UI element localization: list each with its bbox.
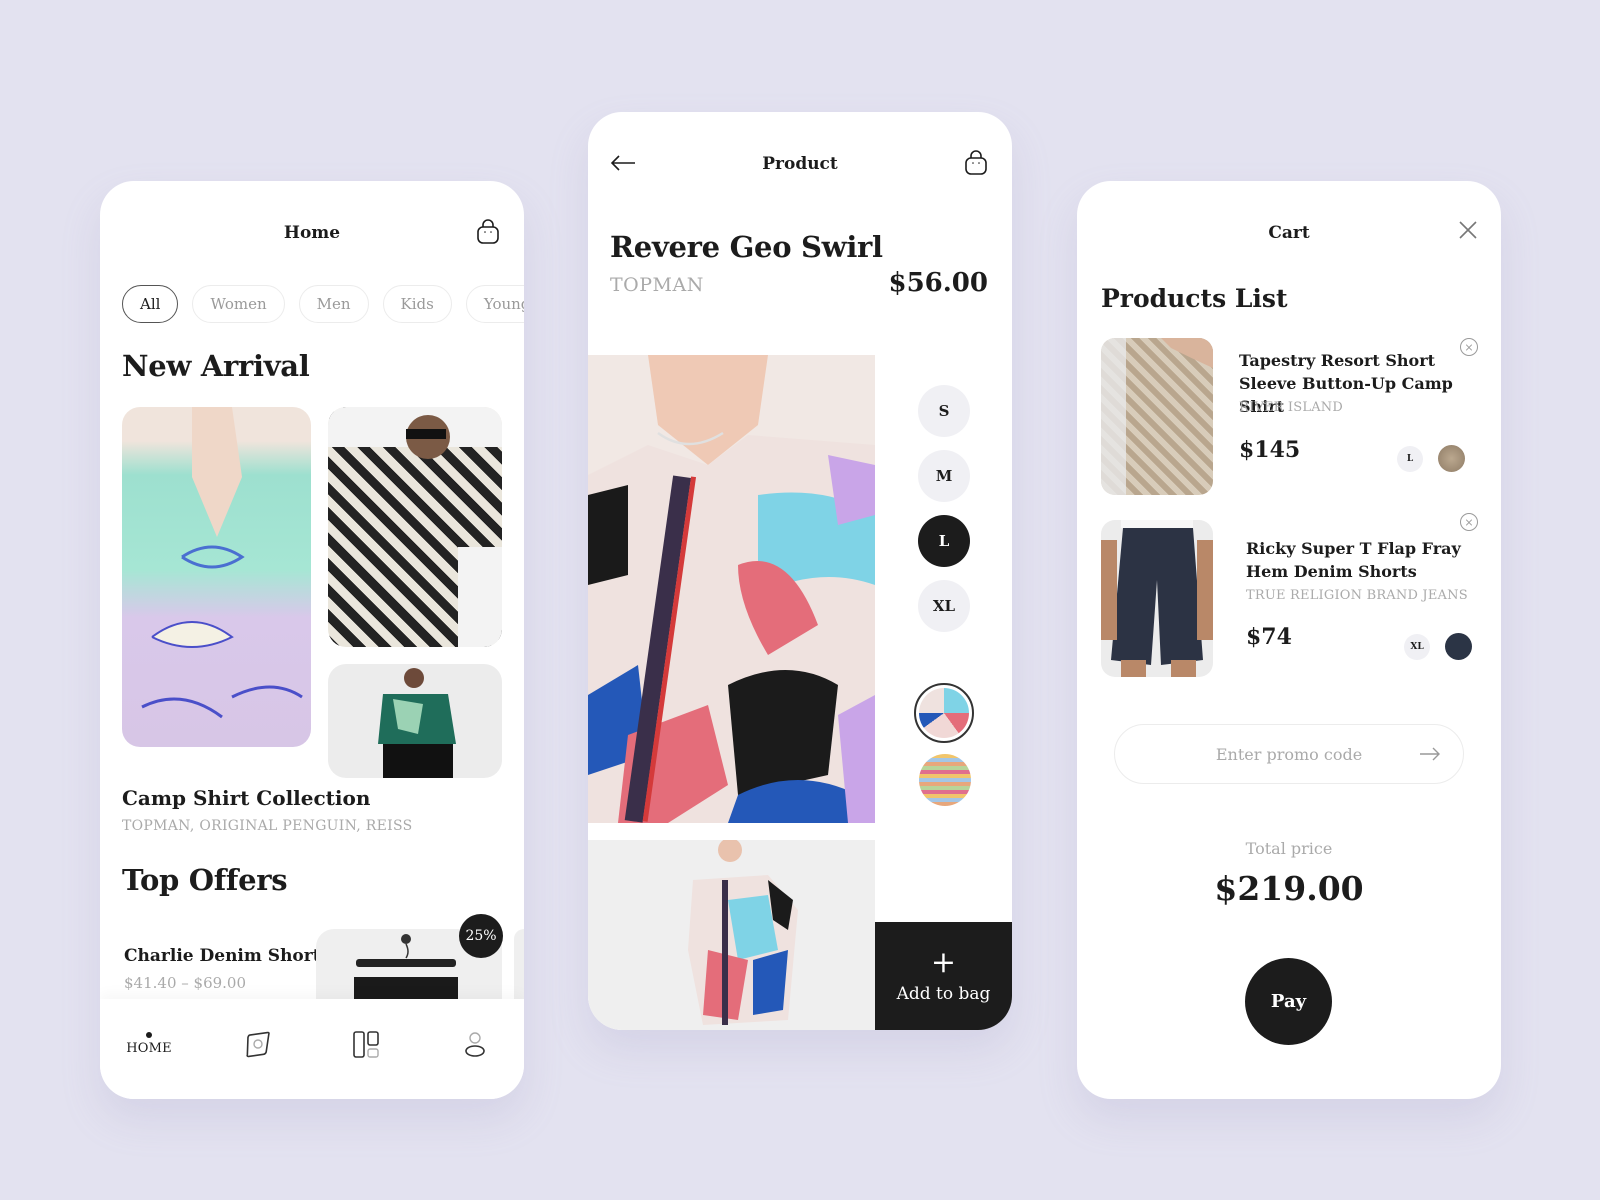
offer-name[interactable]: Charlie Denim Short <box>124 946 321 966</box>
shopping-bag-icon[interactable] <box>964 150 988 176</box>
home-screen: Home All Women Men Kids Young New Arriva… <box>100 181 524 1099</box>
active-dot-icon <box>146 1032 152 1038</box>
total-price-label: Total price <box>1245 839 1333 858</box>
size-selector: S M L XL <box>918 385 970 632</box>
profile-icon <box>465 1032 485 1057</box>
products-list-heading: Products List <box>1101 284 1288 313</box>
chip-women[interactable]: Women <box>192 285 285 323</box>
offer-price: $41.40 – $69.00 <box>124 974 247 992</box>
cart-item-size: L <box>1397 446 1423 472</box>
close-icon[interactable] <box>1457 219 1479 241</box>
size-s[interactable]: S <box>918 385 970 437</box>
cart-item-brand: TRUE RELIGION BRAND JEANS <box>1246 588 1468 603</box>
product-price: $56.00 <box>888 268 988 298</box>
discover-icon <box>246 1031 270 1058</box>
discount-badge: 25% <box>459 914 503 958</box>
product-secondary-image[interactable] <box>588 840 875 1030</box>
cart-item-brand: RIVER ISLAND <box>1239 400 1343 415</box>
collection-brands: TOPMAN, ORIGINAL PENGUIN, REISS <box>122 818 413 834</box>
product-screen: Product Revere Geo Swirl TOPMAN $56.00 S <box>588 112 1012 1030</box>
cart-item-price: $145 <box>1239 437 1301 463</box>
collection-title[interactable]: Camp Shirt Collection <box>122 786 370 810</box>
cart-item-price: $74 <box>1246 624 1292 650</box>
bottom-tab-bar: HOME <box>100 999 524 1099</box>
cart-item-name-line1: Ricky Super T Flap Fray <box>1246 539 1461 558</box>
cart-item-image[interactable] <box>1101 520 1213 677</box>
top-offers-heading: Top Offers <box>122 863 288 897</box>
cart-item-color <box>1445 633 1472 660</box>
shopping-bag-icon[interactable] <box>476 219 500 245</box>
camp-shirt-image-1[interactable] <box>122 407 311 747</box>
chip-kids[interactable]: Kids <box>382 285 452 323</box>
promo-code-input[interactable] <box>1179 744 1399 764</box>
arrow-right-icon[interactable] <box>1419 745 1441 763</box>
cart-item-color <box>1438 445 1465 472</box>
tab-profile[interactable] <box>445 1019 505 1069</box>
add-to-bag-button[interactable]: + Add to bag <box>875 922 1012 1030</box>
product-main-image[interactable] <box>588 355 875 823</box>
cart-item-image[interactable] <box>1101 338 1213 495</box>
cart-item-name-line2: Hem Denim Shorts <box>1246 562 1417 581</box>
size-m[interactable]: M <box>918 450 970 502</box>
add-to-bag-label: Add to bag <box>896 984 991 1004</box>
cart-screen: Cart Products List Tapestry Resort Short… <box>1077 181 1501 1099</box>
promo-code-field <box>1114 724 1464 784</box>
cart-title: Cart <box>1268 223 1310 243</box>
color-swatch-zigzag[interactable] <box>919 754 971 806</box>
tab-home[interactable]: HOME <box>119 1019 179 1069</box>
plus-icon: + <box>930 945 957 980</box>
product-header-title: Product <box>762 154 838 174</box>
remove-item-button[interactable]: × <box>1460 513 1478 531</box>
catalog-icon <box>353 1031 379 1058</box>
product-brand: TOPMAN <box>610 274 704 296</box>
tab-discover[interactable] <box>228 1019 288 1069</box>
tab-home-label: HOME <box>126 1041 172 1056</box>
size-xl[interactable]: XL <box>918 580 970 632</box>
camp-shirt-image-2[interactable] <box>328 407 502 647</box>
product-name: Revere Geo Swirl <box>610 230 883 264</box>
cart-item-name[interactable]: Ricky Super T Flap Fray Hem Denim Shorts <box>1246 537 1461 583</box>
pay-button[interactable]: Pay <box>1245 958 1332 1045</box>
chip-all[interactable]: All <box>122 285 179 323</box>
chip-men[interactable]: Men <box>298 285 369 323</box>
total-price-value: $219.00 <box>1214 869 1364 908</box>
tab-catalog[interactable] <box>336 1019 396 1069</box>
home-title: Home <box>283 223 341 243</box>
color-swatch-geo-swirl[interactable] <box>914 683 974 743</box>
chip-young[interactable]: Young <box>465 285 524 323</box>
cart-item-size: XL <box>1404 634 1430 660</box>
category-filter: All Women Men Kids Young <box>122 285 524 323</box>
size-l[interactable]: L <box>918 515 970 567</box>
remove-item-button[interactable]: × <box>1460 338 1478 356</box>
camp-shirt-image-3[interactable] <box>328 664 502 778</box>
new-arrival-heading: New Arrival <box>122 349 310 383</box>
